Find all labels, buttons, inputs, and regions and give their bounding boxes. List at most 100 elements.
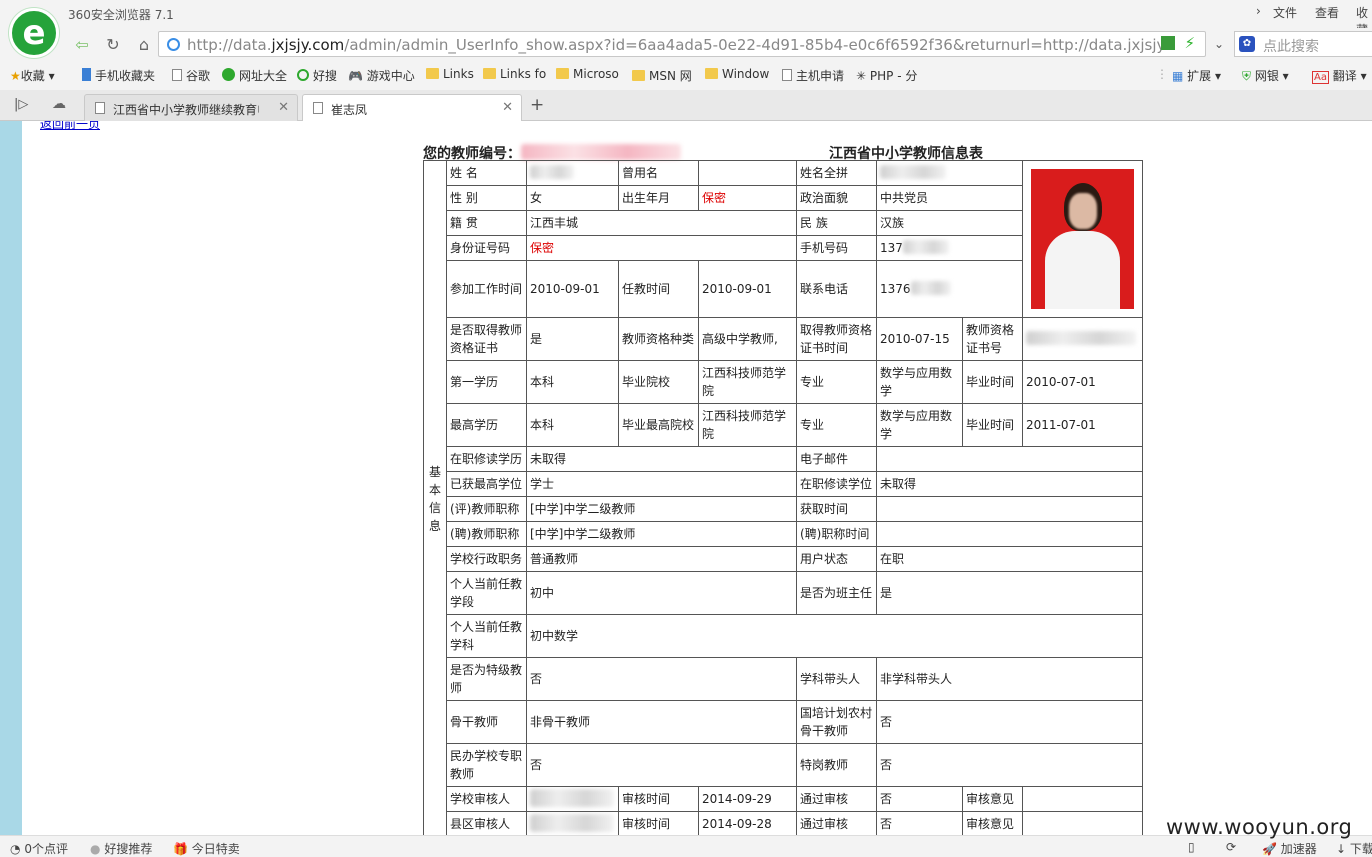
value-title-eval: [中学]中学二级教师 [526, 496, 797, 522]
value-edu-top: 本科 [526, 403, 619, 447]
value-county-pass: 否 [876, 811, 963, 837]
folder-icon [632, 70, 645, 81]
more-dots-icon[interactable]: ⋮ [1156, 67, 1168, 81]
bookmark-games[interactable]: 🎮 游戏中心 [348, 67, 415, 84]
status-download[interactable]: ↓ 下载 [1336, 840, 1372, 857]
value-title-hire: [中学]中学二级教师 [526, 521, 797, 547]
back-link[interactable]: 返回前一页 [40, 121, 100, 132]
value-study-edu: 未取得 [526, 446, 797, 472]
label-opinion: 审核意见 [962, 786, 1023, 812]
back-arrow-icon[interactable]: ⇦ [70, 32, 94, 56]
new-tab-plus-icon[interactable]: + [530, 95, 544, 115]
close-icon[interactable]: ✕ [502, 100, 513, 115]
bookmark-windows[interactable]: Window [705, 67, 769, 81]
label-work-start: 参加工作时间 [446, 260, 527, 318]
redacted-phone [910, 281, 951, 295]
label-study-edu: 在职修读学历 [446, 446, 527, 472]
bookmark-label: PHP - 分 [869, 69, 918, 83]
translate-icon: Aa [1312, 71, 1329, 84]
value-study-degree: 未取得 [876, 471, 1143, 497]
value-pinyin [876, 160, 1023, 186]
value-stage: 初中 [526, 571, 797, 615]
bookmark-mobile[interactable]: 手机收藏夹 [82, 67, 155, 84]
status-label: 加速器 [1280, 842, 1317, 856]
url-text[interactable]: http://data.jxjsjy.com/admin/admin_UserI… [187, 36, 1163, 54]
bookmark-msn[interactable]: MSN 网 [632, 67, 692, 84]
value-special-post: 否 [876, 743, 1143, 787]
search-box[interactable]: ✿ 点此搜索 [1234, 31, 1372, 57]
status-deals[interactable]: 🎁 今日特卖 [173, 840, 240, 857]
bookmark-label: 主机申请 [796, 69, 845, 83]
label-gender: 性 别 [446, 185, 527, 211]
plus-circle-icon [222, 68, 235, 81]
bookmark-ebank[interactable]: ⛨ 网银 ▾ [1242, 67, 1289, 84]
folder-icon [705, 68, 718, 79]
section-char: 息 [428, 518, 441, 533]
status-accelerator[interactable]: 🚀 加速器 [1262, 840, 1317, 857]
value-subject: 初中数学 [526, 614, 1143, 658]
label-native: 籍 贯 [446, 210, 527, 236]
bookmark-label: 网银 [1254, 69, 1279, 83]
globe-icon [167, 38, 180, 51]
bookmark-hao360[interactable]: 网址大全 [222, 67, 287, 84]
home-icon[interactable]: ⌂ [132, 32, 156, 56]
value-county-opinion [1022, 811, 1143, 837]
bookmark-favorites[interactable]: ★收藏 ▾ [10, 67, 55, 84]
bookmark-label: 扩展 [1187, 69, 1212, 83]
chevron-right-icon[interactable]: › [1256, 4, 1261, 18]
label-stage: 个人当前任教学段 [446, 571, 527, 615]
title-bar: 360安全浏览器 7.1 › 文件 查看 收藏 [0, 0, 1372, 37]
bookmark-links[interactable]: Links [426, 67, 474, 81]
label-teach-start: 任教时间 [618, 260, 699, 318]
label-review-time: 审核时间 [618, 786, 699, 812]
photo-body [1045, 231, 1120, 309]
menu-view[interactable]: 查看 [1315, 4, 1339, 21]
label-pass: 通过审核 [796, 786, 877, 812]
page-icon [782, 69, 792, 81]
redacted-number [521, 144, 681, 160]
label-head-teacher: 是否为班主任 [796, 571, 877, 615]
label-pass-county: 通过审核 [796, 811, 877, 837]
left-decor-bar [0, 121, 22, 835]
bookmark-translate[interactable]: Aa 翻译 ▾ [1312, 67, 1367, 84]
bookmark-links-for[interactable]: Links fo [483, 67, 546, 81]
address-bar[interactable]: http://data.jxjsjy.com/admin/admin_UserI… [158, 31, 1206, 57]
bookmark-host-apply[interactable]: 主机申请 [782, 67, 844, 84]
table-row: 个人当前任教学科 初中数学 [424, 614, 1143, 658]
qr-code-icon[interactable] [1161, 36, 1175, 50]
status-comments[interactable]: ◔ 0个点评 [10, 840, 68, 857]
bookmark-php[interactable]: ✳ PHP - 分 [856, 67, 917, 84]
browser-logo-icon[interactable]: e [9, 8, 59, 58]
chevron-down-icon[interactable]: ⌄ [1208, 32, 1230, 56]
table-row: 已获最高学位 学士 在职修读学位 未取得 [424, 471, 1143, 497]
value-native: 江西丰城 [526, 210, 797, 236]
sidebar-toggle-icon[interactable]: |▷ [14, 97, 28, 112]
bookmark-extensions[interactable]: ▦ 扩展 ▾ [1172, 67, 1221, 84]
label-edu1: 第一学历 [446, 360, 527, 404]
cloud-icon[interactable]: ☁ [52, 96, 66, 112]
value-former-name [698, 160, 797, 186]
table-row: 最高学历 本科 毕业最高院校 江西科技师范学院 专业 数学与应用数学 毕业时间 … [424, 403, 1143, 447]
table-row: 个人当前任教学段 初中 是否为班主任 是 [424, 571, 1143, 615]
label-grad-time1: 毕业时间 [962, 360, 1023, 404]
label-major1: 专业 [796, 360, 877, 404]
bookmark-microsoft[interactable]: Microso [556, 67, 619, 81]
label-edu-top: 最高学历 [446, 403, 527, 447]
refresh-circle-icon[interactable]: ⟳ [1226, 840, 1236, 854]
bookmark-label: 手机收藏夹 [95, 69, 156, 83]
refresh-icon[interactable]: ↻ [101, 32, 125, 56]
menu-file[interactable]: 文件 [1273, 4, 1297, 21]
teacher-info-table: 基本信息 姓 名 曾用名 姓名全拼 性 别 女 出生年月 保密 政治面貌 中共党… [423, 160, 1143, 837]
mobile-icon[interactable]: ▯ [1188, 840, 1195, 854]
bookmark-haosou[interactable]: 好搜 [297, 67, 337, 84]
close-icon[interactable]: ✕ [278, 100, 289, 115]
redacted-cert-no [1026, 331, 1136, 345]
tab-jiangxi-edu[interactable]: 江西省中小学教师继续教育电子 ✕ [84, 94, 298, 121]
status-recommend[interactable]: ● 好搜推荐 [90, 840, 152, 857]
mobile-prefix: 137 [880, 241, 903, 255]
bookmark-google[interactable]: 谷歌 [172, 67, 210, 84]
bookmarks-bar: ★收藏 ▾ 手机收藏夹 谷歌 网址大全 好搜 🎮 游戏中心 Links Link… [0, 60, 1372, 90]
status-label: 今日特卖 [191, 842, 240, 856]
tab-current[interactable]: 崔志凤 ✕ [302, 94, 522, 122]
lightning-icon[interactable]: ⚡ [1184, 34, 1195, 52]
